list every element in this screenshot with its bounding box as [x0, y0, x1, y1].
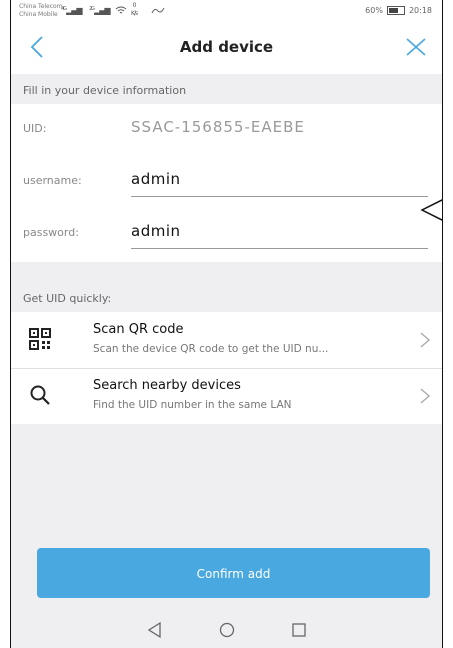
app-frame: China Telecom China Mobile 4G▂▄▆ 2G▂▄▆ 0… — [10, 0, 443, 648]
device-info-section-label: Fill in your device information — [23, 84, 187, 97]
search-icon — [30, 385, 50, 405]
username-underline — [131, 196, 428, 197]
battery-icon — [386, 6, 405, 15]
qr-code-icon — [29, 328, 51, 350]
signal-2-label: 2G — [89, 6, 95, 12]
password-label: password: — [23, 226, 79, 239]
scan-qr-code-title: Scan QR code — [93, 322, 184, 337]
password-row: password: admin — [11, 212, 442, 252]
notification-icon — [151, 6, 165, 17]
search-nearby-devices-item[interactable]: Search nearby devices Find the UID numbe… — [11, 368, 442, 424]
status-right: 60% 20:18 — [365, 6, 432, 15]
uid-label: UID: — [23, 122, 47, 135]
password-field[interactable]: admin — [131, 222, 181, 240]
carrier-2: China Mobile — [19, 11, 58, 18]
carrier-info: China Telecom China Mobile — [19, 3, 63, 19]
chevron-right-icon — [420, 388, 431, 404]
net-speed: 0 K/s — [131, 2, 138, 18]
nav-back-icon[interactable] — [145, 620, 165, 640]
status-bar: China Telecom China Mobile 4G▂▄▆ 2G▂▄▆ 0… — [11, 0, 442, 22]
quick-uid-section-label: Get UID quickly: — [23, 292, 112, 305]
chevron-right-icon — [420, 332, 431, 348]
battery-percent: 60% — [365, 6, 383, 15]
scan-qr-code-subtitle: Scan the device QR code to get the UID n… — [93, 343, 329, 355]
wifi-icon — [115, 6, 127, 17]
nav-recents-icon[interactable] — [289, 620, 309, 640]
confirm-add-button[interactable]: Confirm add — [37, 548, 430, 598]
nav-home-icon[interactable] — [217, 620, 237, 640]
header-bar: Add device — [11, 22, 442, 74]
scan-qr-code-item[interactable]: Scan QR code Scan the device QR code to … — [11, 312, 442, 368]
net-speed-unit: K/s — [131, 10, 138, 17]
signal-2-icon: 2G▂▄▆ — [89, 6, 111, 15]
search-nearby-devices-title: Search nearby devices — [93, 378, 241, 393]
net-speed-value: 0 — [132, 2, 137, 9]
carrier-1: China Telecom — [19, 3, 63, 10]
search-nearby-devices-subtitle: Find the UID number in the same LAN — [93, 399, 292, 411]
clock: 20:18 — [408, 6, 432, 15]
username-label: username: — [23, 174, 82, 187]
username-row: username: admin — [11, 160, 442, 200]
device-info-form: UID: SSAC-156855-EAEBE username: admin p… — [11, 104, 442, 262]
quick-uid-list: Scan QR code Scan the device QR code to … — [11, 312, 442, 424]
side-chevron-left-icon — [420, 199, 442, 221]
username-field[interactable]: admin — [131, 170, 181, 188]
signal-1-label: 4G — [61, 6, 67, 12]
password-underline — [131, 248, 428, 249]
system-nav-bar — [11, 612, 442, 648]
uid-field[interactable]: SSAC-156855-EAEBE — [131, 118, 305, 136]
close-icon[interactable] — [404, 35, 428, 59]
uid-row: UID: SSAC-156855-EAEBE — [11, 108, 442, 148]
signal-1-icon: 4G▂▄▆ — [61, 6, 83, 15]
page-title: Add device — [179, 38, 274, 56]
